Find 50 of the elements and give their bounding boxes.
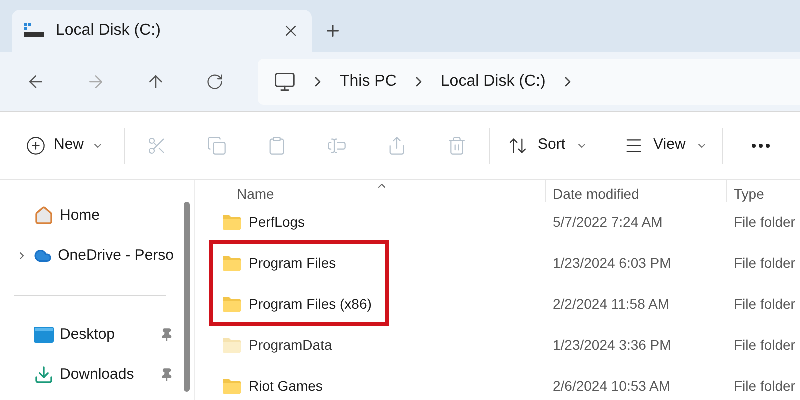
type-cell-text: File folder: [733, 337, 796, 354]
date-cell-text: 1/23/2024 3:36 PM: [552, 337, 672, 354]
folder-icon: [223, 297, 241, 312]
column-header[interactable]: Type: [734, 186, 764, 202]
tab[interactable]: Local Disk (C:): [12, 10, 312, 52]
computer-icon: [274, 70, 296, 92]
sidebar-label: Home: [60, 206, 102, 226]
breadcrumb[interactable]: This PC: [340, 70, 397, 94]
type-cell-text: File folder: [733, 378, 796, 395]
sidebar-label: OneDrive - Perso: [58, 246, 174, 266]
file-name: Program Files: [249, 255, 336, 272]
pin-icon: [160, 368, 174, 382]
new-button[interactable]: New: [26, 134, 104, 157]
file-name: Program Files (x86): [249, 296, 372, 313]
refresh-icon[interactable]: [206, 72, 224, 90]
date-cell-text: 1/23/2024 6:03 PM: [552, 255, 672, 272]
sidebar-label: Downloads: [60, 364, 136, 385]
breadcrumb[interactable]: Local Disk (C:): [440, 70, 546, 94]
home-icon: [34, 206, 54, 226]
date-cell-text: 2/6/2024 10:53 AM: [552, 378, 672, 395]
date-cell-text: 2/2/2024 11:58 AM: [552, 296, 670, 313]
folder-icon: [223, 379, 241, 394]
desktop-icon: [34, 327, 54, 343]
column-header[interactable]: Name: [237, 186, 274, 202]
scrollbar[interactable]: [184, 202, 190, 392]
folder-icon: [223, 256, 241, 271]
plus-icon: [26, 136, 46, 156]
file-name: Riot Games: [249, 378, 323, 395]
type-cell-text: File folder: [733, 255, 796, 272]
download-icon: [34, 365, 54, 385]
sidebar-label: Desktop: [60, 324, 116, 345]
address-bar[interactable]: This PC Local Disk (C:): [258, 58, 800, 104]
view-button[interactable]: View: [624, 134, 708, 157]
drive-icon: [24, 23, 44, 39]
sidebar-item[interactable]: OneDrive - Perso: [0, 236, 180, 276]
sidebar-item[interactable]: Home: [0, 196, 180, 236]
new-tab-icon[interactable]: [324, 22, 342, 40]
type-cell-text: File folder: [733, 214, 796, 231]
date-cell-text: 5/7/2022 7:24 AM: [552, 214, 664, 231]
folder-icon: [223, 338, 241, 353]
pin-icon: [160, 328, 174, 342]
sort-button[interactable]: Sort: [508, 134, 588, 157]
type-cell-text: File folder: [733, 296, 796, 313]
column-header[interactable]: Date modified: [553, 186, 640, 202]
sidebar-item[interactable]: Downloads: [0, 355, 180, 395]
file-name: PerfLogs: [249, 214, 306, 231]
sidebar-item[interactable]: Desktop: [0, 315, 180, 355]
tab-label: Local Disk (C:): [56, 21, 162, 41]
file-name: ProgramData: [249, 337, 332, 354]
folder-icon: [223, 215, 241, 230]
